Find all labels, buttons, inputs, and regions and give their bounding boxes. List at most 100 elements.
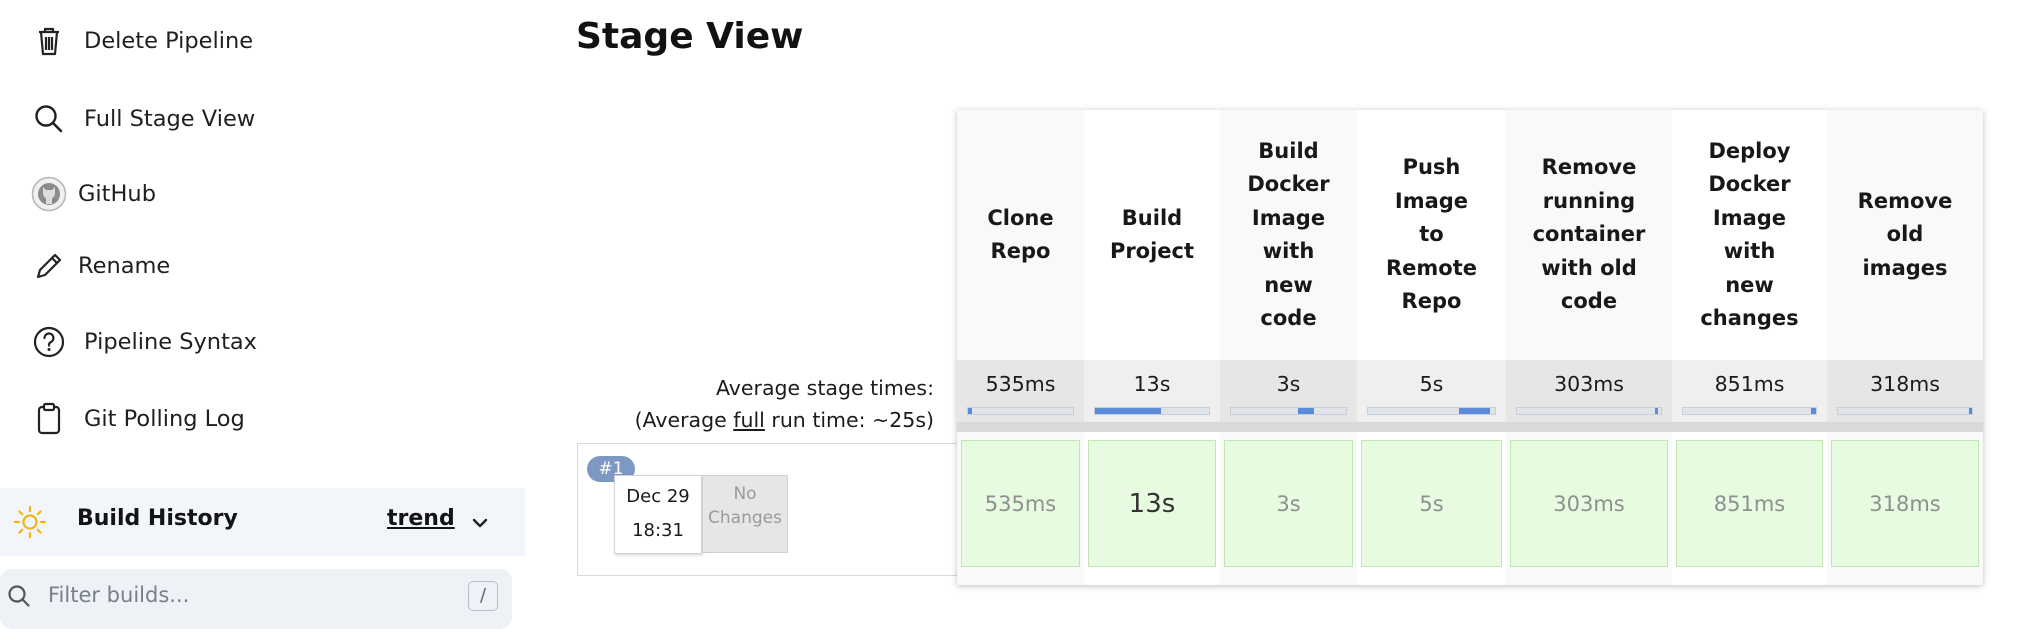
changes-box: No Changes <box>702 475 788 553</box>
stage-progress-fill <box>1095 408 1162 414</box>
stage-separator <box>1827 422 1983 432</box>
chevron-down-icon[interactable] <box>469 512 491 534</box>
stage-column: Clone Repo 535ms 535ms <box>957 110 1084 585</box>
stage-header: Deploy Docker Image with new changes <box>1672 110 1827 360</box>
sun-icon <box>12 504 48 540</box>
stage-header-line: Image <box>1394 188 1469 213</box>
stage-header-line: Docker <box>1247 172 1330 196</box>
stage-table: Clone Repo 535ms 535ms Build Project 13s 13s Bui… <box>957 110 1983 585</box>
avg-full-prefix: (Average <box>634 408 734 432</box>
keyboard-shortcut-hint: / <box>468 581 498 611</box>
average-time-value: 851ms <box>1714 372 1785 396</box>
stage-separator <box>1672 422 1827 432</box>
trash-icon <box>30 22 68 60</box>
changes-line-2: Changes <box>708 508 782 528</box>
stage-header-line: new <box>1264 272 1313 297</box>
build-history-title: Build History <box>77 506 238 531</box>
stage-header: Build Project <box>1084 110 1220 360</box>
sidebar-item-rename[interactable]: Rename <box>30 242 170 290</box>
stage-result-cell[interactable]: 13s <box>1088 440 1216 567</box>
stage-header-line: with <box>1262 239 1315 263</box>
average-stage-time: 318ms <box>1827 360 1983 422</box>
average-stage-time: 535ms <box>957 360 1084 422</box>
stage-progress-bar <box>1837 407 1973 415</box>
stage-header-line: Project <box>1109 239 1195 263</box>
stage-header: Build Docker Image with new code <box>1220 110 1357 360</box>
avg-full-suffix: run time: ~25s) <box>764 408 934 432</box>
average-stage-time: 851ms <box>1672 360 1827 422</box>
stage-header-line: Remove <box>1857 188 1953 213</box>
sidebar-item-pipeline-syntax[interactable]: Pipeline Syntax <box>30 318 257 366</box>
stage-progress-fill <box>1297 408 1314 414</box>
stage-separator <box>1220 422 1357 432</box>
pencil-icon <box>30 247 68 285</box>
clipboard-icon <box>30 400 68 438</box>
average-stage-time: 303ms <box>1506 360 1672 422</box>
stage-header-line: Image <box>1712 205 1787 230</box>
stage-column: Build Docker Image with new code 3s 3s <box>1220 110 1357 585</box>
stage-progress-bar <box>1682 407 1817 415</box>
stage-progress-bar <box>1094 407 1210 415</box>
filter-placeholder: Filter builds... <box>48 583 190 607</box>
trend-link[interactable]: trend <box>387 506 455 531</box>
stage-progress-bar <box>967 407 1074 415</box>
changes-line-1: No <box>733 484 757 504</box>
stage-header-line: changes <box>1700 306 1799 330</box>
stage-progress-bar <box>1367 407 1496 415</box>
average-time-value: 318ms <box>1870 372 1940 396</box>
sidebar-item-github[interactable]: GitHub <box>30 170 156 218</box>
stage-header-line: running <box>1542 188 1636 213</box>
average-stage-time: 3s <box>1220 360 1357 422</box>
average-time-value: 3s <box>1276 372 1301 396</box>
stage-column: Push Image to Remote Repo 5s 5s <box>1357 110 1506 585</box>
stage-header-line: new <box>1725 272 1774 297</box>
question-circle-icon <box>30 323 68 361</box>
stage-header-line: Push <box>1402 155 1461 180</box>
average-time-value: 5s <box>1419 372 1444 396</box>
stage-header: Remove running container with old code <box>1506 110 1672 360</box>
stage-column: Build Project 13s 13s <box>1084 110 1220 585</box>
sidebar-item-full-stage-view[interactable]: Full Stage View <box>30 95 255 143</box>
stage-column: Remove running container with old code 303ms 3… <box>1506 110 1672 585</box>
stage-progress-bar <box>1230 407 1347 415</box>
github-icon <box>30 175 68 213</box>
filter-builds-input[interactable]: Filter builds... / <box>0 569 512 629</box>
build-date-box: Dec 29 18:31 <box>614 475 702 554</box>
sidebar-item-delete-pipeline[interactable]: Delete Pipeline <box>30 17 253 65</box>
stage-result-cell[interactable]: 3s <box>1224 440 1353 567</box>
average-stage-times-label: Average stage times: (Average full run t… <box>576 372 934 436</box>
stage-column: Deploy Docker Image with new changes 851ms 851m… <box>1672 110 1827 585</box>
stage-header-line: Image <box>1251 205 1326 230</box>
stage-header-line: container <box>1532 222 1646 247</box>
stage-header: Push Image to Remote Repo <box>1357 110 1506 360</box>
stage-header-line: code <box>1260 306 1317 330</box>
stage-result-cell[interactable]: 318ms <box>1831 440 1979 567</box>
stage-progress-bar <box>1516 407 1662 415</box>
avg-full-run-label: (Average full run time: ~25s) <box>576 404 934 436</box>
sidebar-item-label: Git Polling Log <box>84 406 245 432</box>
stage-result-cell[interactable]: 535ms <box>961 440 1080 567</box>
stage-header-line: Repo <box>1401 289 1462 314</box>
sidebar-item-label: Rename <box>78 253 171 279</box>
stage-result-cell[interactable]: 5s <box>1361 440 1502 567</box>
stage-header-line: Clone <box>987 205 1054 230</box>
stage-progress-fill <box>1459 408 1490 414</box>
stage-header-line: old <box>1886 222 1924 247</box>
stage-header: Clone Repo <box>957 110 1084 360</box>
stage-header-line: Remote <box>1385 255 1477 280</box>
build-date: Dec 29 <box>626 486 690 507</box>
sidebar-item-git-polling-log[interactable]: Git Polling Log <box>30 395 245 443</box>
sidebar-item-label: Delete Pipeline <box>84 28 254 54</box>
stage-header-line: images <box>1862 255 1948 280</box>
stage-progress-fill <box>1810 408 1816 414</box>
stage-header-line: with old <box>1541 255 1637 280</box>
average-stage-time: 13s <box>1084 360 1220 422</box>
stage-separator <box>1357 422 1506 432</box>
stage-result-cell[interactable]: 851ms <box>1676 440 1823 567</box>
build-history-header: Build History trend <box>0 488 525 556</box>
stage-separator <box>1506 422 1672 432</box>
stage-column: Remove old images 318ms 318ms <box>1827 110 1983 585</box>
full-run-link[interactable]: full <box>733 408 765 432</box>
stage-result-cell[interactable]: 303ms <box>1510 440 1668 567</box>
stage-header-line: code <box>1560 289 1618 314</box>
